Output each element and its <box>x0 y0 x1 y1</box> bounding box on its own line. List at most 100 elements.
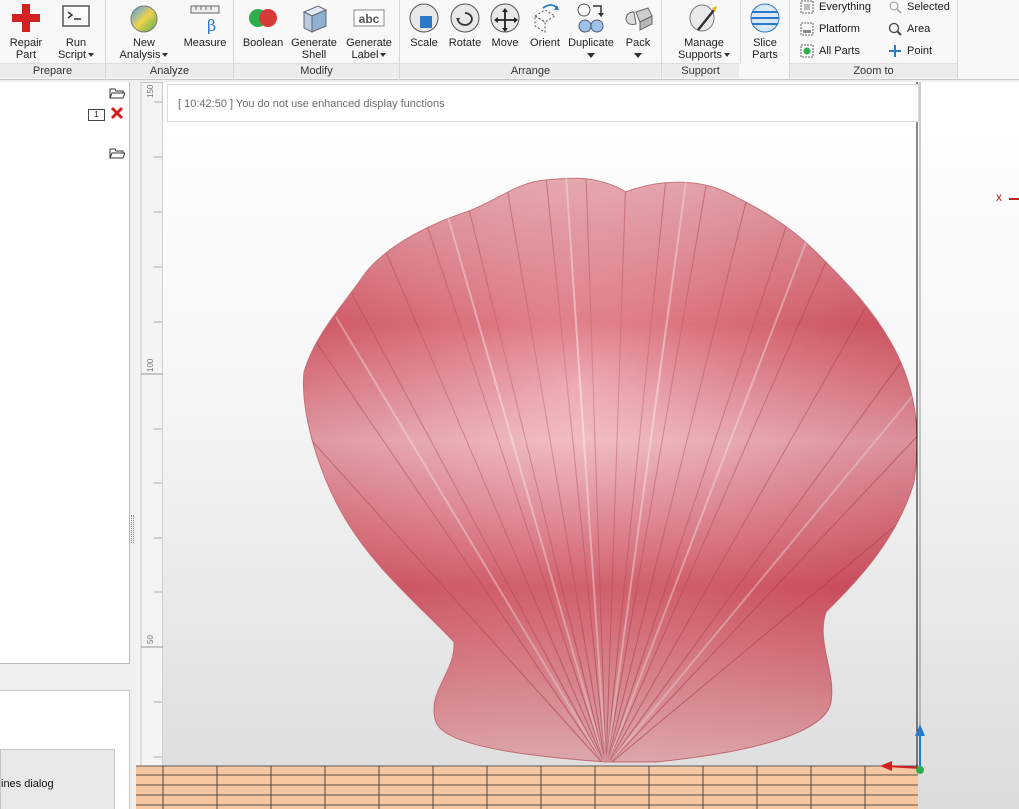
run-script-label-2: Script <box>57 49 87 61</box>
rotate-button[interactable]: Rotate <box>444 0 486 62</box>
svg-text:β: β <box>207 16 216 34</box>
rotate-label: Rotate <box>448 37 482 49</box>
panel-splitter[interactable] <box>131 515 134 543</box>
boolean-label: Boolean <box>242 37 284 49</box>
manage-supports-dropdown-icon[interactable] <box>724 53 731 58</box>
new-analysis-label-1: New <box>132 37 155 49</box>
measure-label: Measure <box>183 37 227 49</box>
zoom-everything-icon <box>800 0 814 14</box>
lines-dialog-button[interactable]: ines dialog <box>0 749 115 809</box>
folder-open-icon[interactable] <box>109 86 125 100</box>
measure-button[interactable]: β Measure <box>180 0 230 62</box>
group-arrange: Scale Rotate Move Orient Duplicate Pack … <box>400 0 662 80</box>
run-script-button[interactable]: Run Script <box>52 0 100 62</box>
analysis-sphere-icon <box>130 5 158 33</box>
scene-canvas[interactable] <box>136 82 1019 809</box>
generate-shell-button[interactable]: Generate Shell <box>288 0 340 62</box>
zoom-all-parts-label: All Parts <box>819 45 860 57</box>
zoom-platform-label: Platform <box>819 23 860 35</box>
group-label-prepare: Prepare <box>0 63 105 78</box>
zoom-selected-button[interactable]: Selected <box>888 0 950 16</box>
pack-button[interactable]: Pack <box>618 0 658 62</box>
slice-parts-label-2: Parts <box>752 49 778 61</box>
new-analysis-dropdown-icon[interactable] <box>162 53 169 58</box>
ruler-beta-icon: β <box>190 5 220 34</box>
repair-part-button[interactable]: Repair Part <box>4 0 48 62</box>
lines-dialog-label: ines dialog <box>1 778 54 790</box>
left-panel: 1 <box>0 82 130 664</box>
duplicate-dropdown-icon[interactable] <box>587 53 595 58</box>
group-label-modify: Modify <box>234 63 399 78</box>
group-modify: Boolean Generate Shell abc Generate Labe… <box>234 0 400 80</box>
zoom-all-parts-button[interactable]: All Parts <box>800 42 860 60</box>
group-prepare: Repair Part Run Script Prepare <box>0 0 106 80</box>
generate-shell-label-2: Shell <box>301 49 327 61</box>
generate-label-dropdown-icon[interactable] <box>380 53 387 58</box>
manage-supports-button[interactable]: Manage Supports <box>674 0 734 62</box>
zoom-platform-button[interactable]: Platform <box>800 20 860 38</box>
manage-supports-label-2: Supports <box>677 49 723 61</box>
generate-label-label-1: Generate <box>346 37 392 49</box>
log-message: [ 10:42:50 ] You do not use enhanced dis… <box>178 98 445 110</box>
group-analyze: New Analysis β Measure Analyze <box>106 0 234 80</box>
label-abc-icon: abc <box>353 9 385 27</box>
pack-dropdown-icon[interactable] <box>634 53 642 58</box>
repair-part-label-2: Part <box>15 49 37 61</box>
zoom-everything-button[interactable]: Everything <box>800 0 871 16</box>
delete-x-icon[interactable] <box>110 106 124 120</box>
group-label-zoom: Zoom to <box>790 63 957 78</box>
run-script-dropdown-icon[interactable] <box>88 53 95 58</box>
left-bottom-panel: ines dialog <box>0 690 130 809</box>
slice-icon <box>750 3 780 33</box>
scallop-shell-model[interactable] <box>286 174 936 767</box>
group-support: Manage Supports Slice Parts Support <box>662 0 790 80</box>
label-icon-text: abc <box>359 12 380 26</box>
slice-parts-label-1: Slice <box>753 37 777 49</box>
orient-label: Orient <box>530 37 560 49</box>
group-label-analyze: Analyze <box>106 63 233 78</box>
pack-icon <box>625 7 653 31</box>
zoom-all-parts-icon <box>800 44 814 58</box>
new-analysis-label-2: Analysis <box>119 49 161 61</box>
generate-label-button[interactable]: abc Generate Label <box>342 0 396 62</box>
manage-supports-label-1: Manage <box>684 37 724 49</box>
new-analysis-button[interactable]: New Analysis <box>116 0 172 62</box>
boolean-button[interactable]: Boolean <box>240 0 286 62</box>
terminal-icon <box>62 5 90 27</box>
generate-shell-label-1: Generate <box>291 37 337 49</box>
folder-open-icon[interactable] <box>109 146 125 160</box>
zoom-everything-label: Everything <box>819 1 871 13</box>
orient-button[interactable]: Orient <box>524 0 566 62</box>
repair-part-label-1: Repair <box>9 37 43 49</box>
slice-parts-button[interactable]: Slice Parts <box>744 0 786 62</box>
duplicate-icon <box>577 3 604 33</box>
scale-label: Scale <box>410 37 438 49</box>
3d-viewport[interactable]: 150 100 50 [10:42:50] You do not use e… <box>136 82 1019 809</box>
orient-icon <box>534 4 559 33</box>
move-button[interactable]: Move <box>486 0 524 62</box>
support-wand-icon <box>689 4 717 32</box>
zoom-area-button[interactable]: Area <box>888 20 930 38</box>
move-icon <box>490 3 520 33</box>
repair-cross-icon <box>12 4 40 32</box>
zoom-selected-label: Selected <box>907 1 950 13</box>
shell-cube-icon <box>302 5 328 33</box>
zoom-area-icon <box>888 22 902 36</box>
build-platform <box>136 765 918 809</box>
message-log: [ 10:42:50 ] You do not use enhanced dis… <box>167 84 919 122</box>
ribbon-toolbar: Repair Part Run Script Prepare New Analy… <box>0 0 1019 80</box>
support-divider <box>740 0 741 64</box>
duplicate-label: Duplicate <box>568 37 614 49</box>
zoom-point-label: Point <box>907 45 933 57</box>
scale-button[interactable]: Scale <box>404 0 444 62</box>
pack-label: Pack <box>625 37 651 49</box>
zoom-area-label: Area <box>907 23 931 35</box>
rotate-icon <box>450 3 480 33</box>
duplicate-button[interactable]: Duplicate <box>566 0 616 62</box>
zoom-point-icon <box>889 45 901 58</box>
generate-label-label-2: Label <box>351 49 379 61</box>
move-label: Move <box>491 37 519 49</box>
run-script-label-1: Run <box>65 37 87 49</box>
scale-icon <box>409 3 439 33</box>
zoom-point-button[interactable]: Point <box>888 42 932 60</box>
